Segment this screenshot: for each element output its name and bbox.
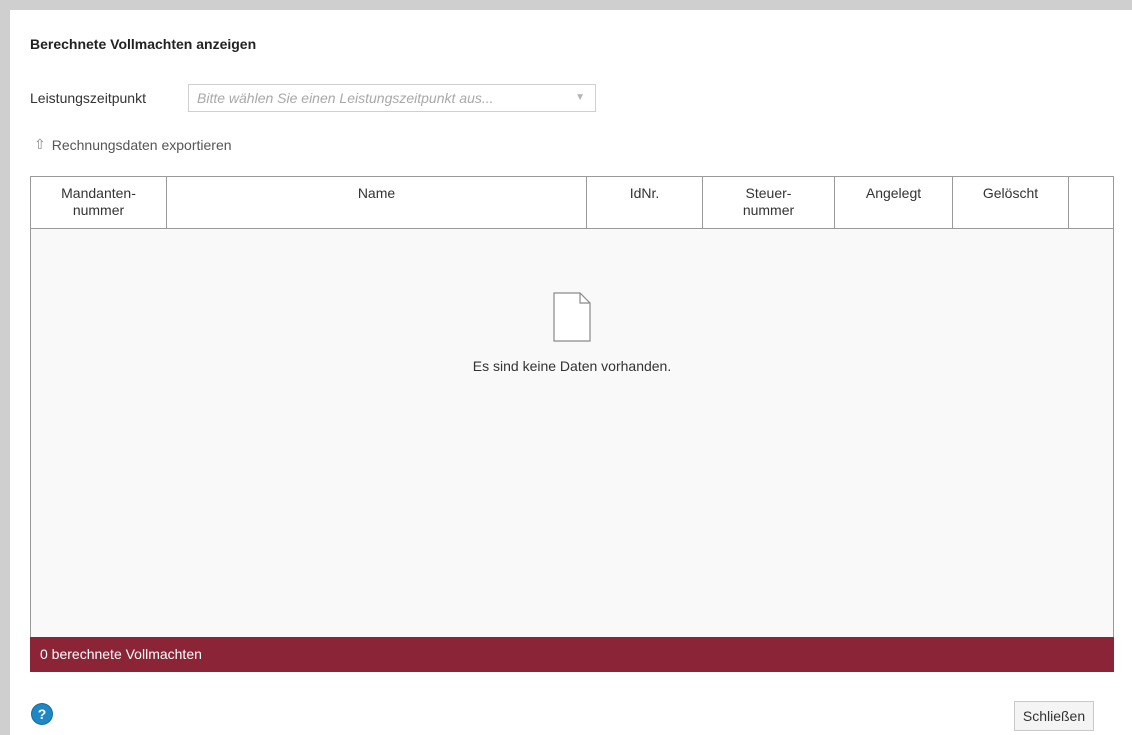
table-header: Mandanten- nummer Name IdNr. Steuer- num… [31,177,1113,229]
column-header-label: Steuer- [745,185,792,201]
summary-bar: 0 berechnete Vollmachten [30,637,1114,672]
dialog-title: Berechnete Vollmachten anzeigen [30,36,257,52]
column-header-label: Name [357,185,396,201]
data-table: Mandanten- nummer Name IdNr. Steuer- num… [30,176,1114,661]
column-header-label: nummer [72,202,125,218]
select-placeholder: Bitte wählen Sie einen Leistungszeitpunk… [197,90,494,106]
leistungszeitpunkt-label: Leistungszeitpunkt [30,90,146,106]
column-header-idnr[interactable]: IdNr. [587,177,703,228]
column-header-label: Angelegt [865,185,922,201]
column-header-geloescht[interactable]: Gelöscht [953,177,1069,228]
column-header-options[interactable] [1069,177,1113,228]
column-header-label: Gelöscht [982,185,1039,201]
column-header-label: IdNr. [629,185,660,201]
leistungszeitpunkt-select[interactable]: Bitte wählen Sie einen Leistungszeitpunk… [188,84,596,112]
chevron-down-icon: ▼ [575,92,585,103]
export-invoice-data-link[interactable]: ⇧ Rechnungsdaten exportieren [34,136,232,153]
document-icon [552,291,592,343]
export-label: Rechnungsdaten exportieren [51,136,232,153]
column-header-angelegt[interactable]: Angelegt [835,177,953,228]
column-header-label: Mandanten- [61,185,136,201]
empty-state: Es sind keine Daten vorhanden. [31,291,1113,374]
dialog: Berechnete Vollmachten anzeigen Leistung… [0,0,1132,735]
column-header-mandantennummer[interactable]: Mandanten- nummer [31,177,167,228]
column-header-steuernummer[interactable]: Steuer- nummer [703,177,835,228]
help-icon[interactable]: ? [32,704,52,724]
empty-message: Es sind keine Daten vorhanden. [472,358,672,374]
column-header-name[interactable]: Name [167,177,587,228]
column-header-label: nummer [742,202,795,218]
close-button[interactable]: Schließen [1014,701,1094,731]
arrow-up-icon: ⇧ [34,136,46,152]
